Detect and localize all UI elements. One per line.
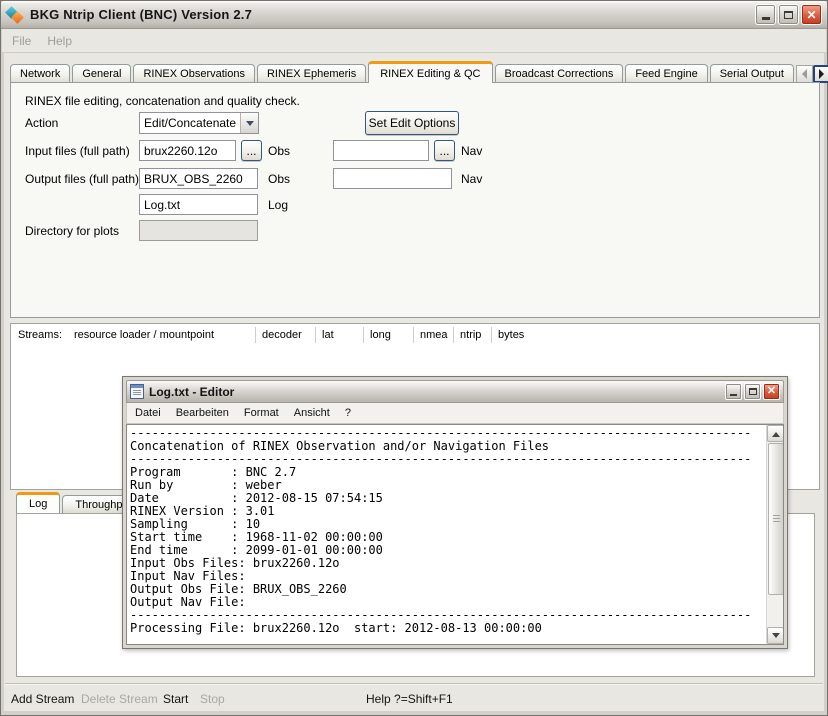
editor-titlebar[interactable]: Log.txt - Editor ✕ xyxy=(126,380,784,403)
editor-menu-datei[interactable]: Datei xyxy=(135,407,161,419)
main-titlebar[interactable]: BKG Ntrip Client (BNC) Version 2.7 ✕ xyxy=(1,1,827,29)
bottom-action-bar: Add Stream Delete Stream Start Stop Help… xyxy=(1,687,827,711)
editor-close-button[interactable]: ✕ xyxy=(763,383,780,400)
tab-rinex-editing-qc[interactable]: RINEX Editing & QC xyxy=(368,61,492,83)
close-icon: ✕ xyxy=(806,9,816,21)
editor-menu-hilfe[interactable]: ? xyxy=(345,407,351,419)
scroll-up-button[interactable] xyxy=(767,425,784,442)
minimize-icon xyxy=(762,17,770,20)
output-nav-suffix-label: Nav xyxy=(461,172,482,186)
main-window: BKG Ntrip Client (BNC) Version 2.7 ✕ Fil… xyxy=(0,0,828,716)
chevron-left-icon xyxy=(802,69,807,79)
bottom-separator xyxy=(5,683,823,685)
minimize-icon xyxy=(730,394,737,396)
plots-dir-field xyxy=(139,220,258,241)
menu-file[interactable]: File xyxy=(12,34,31,48)
column-decoder[interactable]: decoder xyxy=(256,327,316,343)
output-files-label: Output files (full path) xyxy=(25,172,139,186)
maximize-icon xyxy=(749,388,757,395)
tab-scroll-right-button[interactable] xyxy=(813,65,828,83)
scrollbar-thumb[interactable] xyxy=(768,443,784,595)
action-combobox-value: Edit/Concatenate xyxy=(140,116,240,130)
maximize-icon xyxy=(784,11,793,19)
editor-title: Log.txt - Editor xyxy=(149,385,723,399)
column-lat[interactable]: lat xyxy=(316,327,364,343)
output-obs-suffix-label: Obs xyxy=(268,172,290,186)
column-mountpoint[interactable]: resource loader / mountpoint xyxy=(68,327,256,343)
delete-stream-button: Delete Stream xyxy=(81,692,158,706)
arrow-up-icon xyxy=(772,428,780,437)
input-obs-field[interactable] xyxy=(139,140,236,161)
chevron-right-icon xyxy=(819,69,824,79)
input-obs-browse-button[interactable]: ... xyxy=(241,140,262,161)
tab-general[interactable]: General xyxy=(72,64,131,83)
log-suffix-label: Log xyxy=(268,198,288,212)
bnc-app-icon xyxy=(6,6,24,24)
editor-text-content[interactable]: ----------------------------------------… xyxy=(127,425,766,644)
scrollbar-grip-icon xyxy=(773,515,780,523)
action-label: Action xyxy=(25,116,58,130)
output-obs-field[interactable] xyxy=(139,168,258,189)
help-shortcut-text: Help ?=Shift+F1 xyxy=(366,692,453,706)
tab-bar: Network General RINEX Observations RINEX… xyxy=(10,61,818,83)
bottom-tab-log[interactable]: Log xyxy=(16,492,60,513)
tab-feed-engine[interactable]: Feed Engine xyxy=(625,64,707,83)
set-edit-options-button[interactable]: Set Edit Options xyxy=(365,111,459,135)
add-stream-button[interactable]: Add Stream xyxy=(11,692,74,706)
streams-header: Streams: resource loader / mountpoint de… xyxy=(11,324,819,346)
minimize-button[interactable] xyxy=(755,4,776,25)
input-nav-browse-button[interactable]: ... xyxy=(434,140,455,161)
editor-menu-ansicht[interactable]: Ansicht xyxy=(294,407,330,419)
menu-help[interactable]: Help xyxy=(47,34,72,48)
output-nav-field[interactable] xyxy=(333,168,452,189)
streams-title: Streams: xyxy=(11,329,68,341)
tab-rinex-observations[interactable]: RINEX Observations xyxy=(133,64,254,83)
stop-button: Stop xyxy=(200,692,225,706)
maximize-button[interactable] xyxy=(778,4,799,25)
close-icon: ✕ xyxy=(767,386,776,397)
column-nmea[interactable]: nmea xyxy=(414,327,454,343)
tab-broadcast-corrections[interactable]: Broadcast Corrections xyxy=(495,64,624,83)
panel-description: RINEX file editing, concatenation and qu… xyxy=(25,94,300,108)
editor-menu-bearbeiten[interactable]: Bearbeiten xyxy=(176,407,229,419)
main-menubar: File Help xyxy=(2,29,826,53)
close-button[interactable]: ✕ xyxy=(801,4,822,25)
tab-serial-output[interactable]: Serial Output xyxy=(710,64,794,83)
editor-maximize-button[interactable] xyxy=(744,383,761,400)
chevron-down-icon xyxy=(246,121,254,130)
input-files-label: Input files (full path) xyxy=(25,144,130,158)
editor-text-area[interactable]: ----------------------------------------… xyxy=(126,424,784,645)
column-ntrip[interactable]: ntrip xyxy=(454,327,492,343)
column-bytes[interactable]: bytes xyxy=(492,327,530,343)
editor-vertical-scrollbar[interactable] xyxy=(766,425,783,644)
editor-menubar: Datei Bearbeiten Format Ansicht ? xyxy=(126,403,784,424)
scroll-down-button[interactable] xyxy=(767,627,784,644)
arrow-down-icon xyxy=(772,633,780,642)
log-file-field[interactable] xyxy=(139,194,258,215)
plots-dir-label: Directory for plots xyxy=(25,224,119,238)
window-title: BKG Ntrip Client (BNC) Version 2.7 xyxy=(30,7,755,22)
input-nav-field[interactable] xyxy=(333,140,429,161)
action-combobox[interactable]: Edit/Concatenate xyxy=(139,112,259,134)
column-long[interactable]: long xyxy=(364,327,414,343)
editor-menu-format[interactable]: Format xyxy=(244,407,279,419)
input-nav-suffix-label: Nav xyxy=(461,144,482,158)
start-button[interactable]: Start xyxy=(163,692,188,706)
combobox-dropdown-button[interactable] xyxy=(240,113,258,133)
tab-rinex-ephemeris[interactable]: RINEX Ephemeris xyxy=(257,64,366,83)
editor-minimize-button[interactable] xyxy=(725,383,742,400)
input-obs-suffix-label: Obs xyxy=(268,144,290,158)
tab-network[interactable]: Network xyxy=(10,64,70,83)
rinex-editing-panel: RINEX file editing, concatenation and qu… xyxy=(10,82,820,318)
tab-scroll-left-button[interactable] xyxy=(796,65,813,83)
notepad-icon xyxy=(130,384,144,399)
editor-window[interactable]: Log.txt - Editor ✕ Datei Bearbeiten Form… xyxy=(122,376,788,649)
